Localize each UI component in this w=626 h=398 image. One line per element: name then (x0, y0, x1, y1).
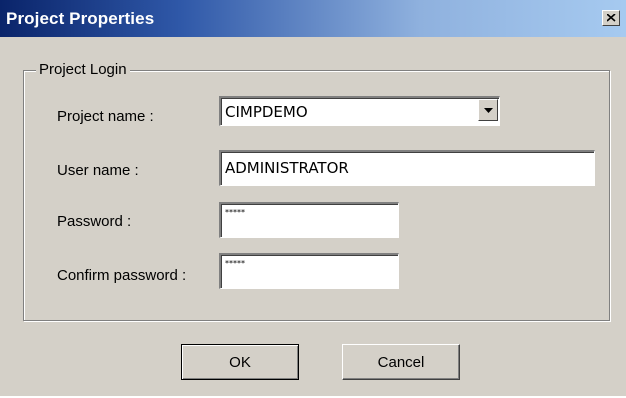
user-name-field[interactable]: ADMINISTRATOR (219, 150, 595, 186)
title-bar[interactable]: Project Properties (0, 0, 626, 37)
confirm-password-field[interactable]: ***** (219, 253, 399, 289)
close-button[interactable] (602, 10, 620, 26)
project-properties-dialog: Project Properties Project Login Project… (0, 0, 626, 398)
project-name-dropdown[interactable]: CIMPDEMO (219, 96, 500, 126)
confirm-password-mask: ***** (225, 259, 245, 268)
project-name-label: Project name : (57, 108, 154, 125)
user-name-value: ADMINISTRATOR (225, 159, 349, 177)
confirm-password-label: Confirm password : (57, 267, 187, 284)
dropdown-button[interactable] (478, 99, 498, 121)
close-icon (607, 14, 616, 22)
project-login-legend: Project Login (36, 61, 130, 78)
project-name-value: CIMPDEMO (225, 103, 308, 121)
password-label: Password : (57, 213, 132, 230)
ok-button[interactable]: OK (181, 344, 299, 380)
chevron-down-icon (484, 108, 493, 113)
password-mask: ***** (225, 208, 245, 217)
dialog-title: Project Properties (6, 9, 155, 28)
cancel-button[interactable]: Cancel (342, 344, 460, 380)
password-field[interactable]: ***** (219, 202, 399, 238)
user-name-label: User name : (57, 162, 139, 179)
